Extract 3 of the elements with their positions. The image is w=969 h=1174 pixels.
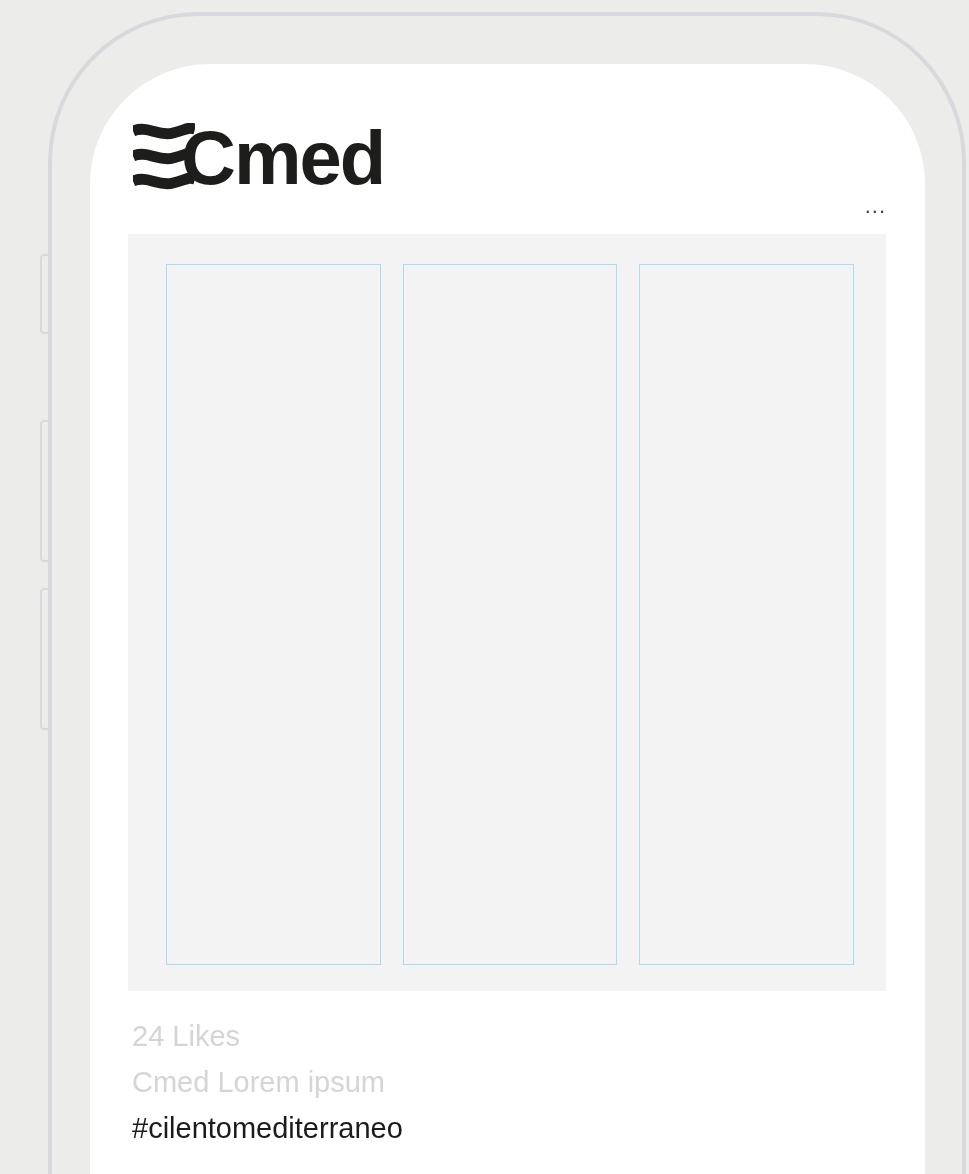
logo-text: Cmed <box>181 120 385 196</box>
hashtag[interactable]: #cilentomediterraneo <box>132 1105 403 1151</box>
more-button[interactable]: ... <box>864 194 886 218</box>
